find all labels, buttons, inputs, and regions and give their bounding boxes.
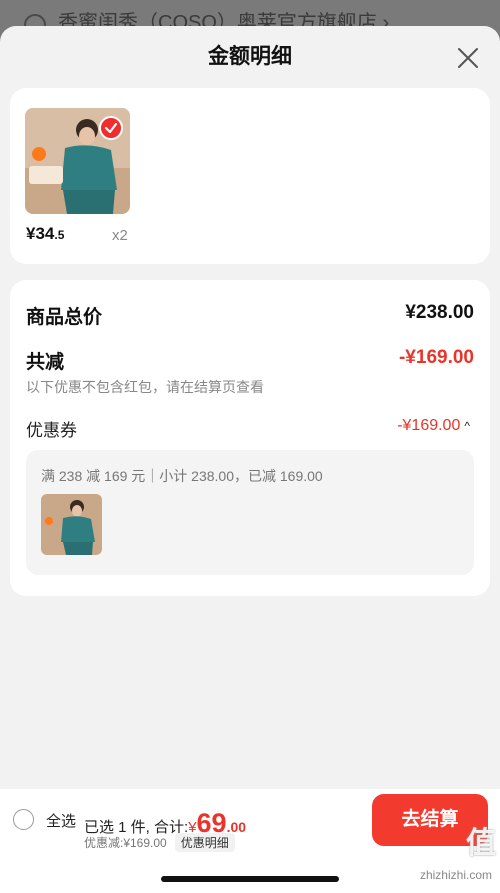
home-indicator[interactable]: [161, 876, 339, 882]
reduce-value: -¥169.00: [398, 347, 474, 368]
coupon-label: 优惠券: [26, 421, 77, 440]
discount-note: 以下优惠不包含红包，请在结算页查看: [26, 379, 264, 395]
amount-detail-sheet: 金额明细 ¥34.5 x2 商品总价 ¥238.00 共减 -¥169.00 以…: [0, 26, 500, 893]
price-breakdown-card: 商品总价 ¥238.00 共减 -¥169.00 以下优惠不包含红包，请在结算页…: [10, 280, 490, 596]
product-price: ¥34.5: [26, 224, 64, 244]
select-all-label[interactable]: 全选: [46, 810, 76, 831]
selected-check-icon[interactable]: [99, 116, 123, 140]
product-price-int: ¥34: [26, 224, 55, 243]
total-label: 商品总价: [26, 307, 103, 328]
select-all-radio[interactable]: [13, 809, 34, 830]
coupon-detail-box: 满 238 减 169 元｜小计 238.00，已减 169.00: [26, 450, 474, 575]
product-card: ¥34.5 x2: [10, 88, 490, 264]
coupon-product-thumbnail: [41, 494, 102, 555]
sheet-title: 金额明细: [208, 45, 292, 68]
discount-line: 优惠减:¥169.00 优惠明细: [84, 833, 235, 852]
total-value: ¥238.00: [405, 302, 474, 323]
product-price-dec: .5: [54, 228, 65, 242]
watermark-logo: 值: [466, 827, 496, 860]
discount-amount: 优惠减:¥169.00: [84, 836, 167, 850]
close-icon[interactable]: [456, 46, 480, 70]
chevron-up-icon: ^: [464, 419, 470, 433]
coupon-description: 满 238 减 169 元｜小计 238.00，已减 169.00: [41, 468, 323, 484]
coupon-value: -¥169.00: [397, 417, 461, 434]
coupon-toggle[interactable]: -¥169.00 ^: [397, 417, 470, 435]
discount-detail-button[interactable]: 优惠明细: [174, 833, 235, 852]
product-quantity: x2: [112, 227, 128, 244]
reduce-label: 共减: [26, 352, 65, 373]
watermark-url: zhizhizhi.com: [419, 868, 492, 882]
